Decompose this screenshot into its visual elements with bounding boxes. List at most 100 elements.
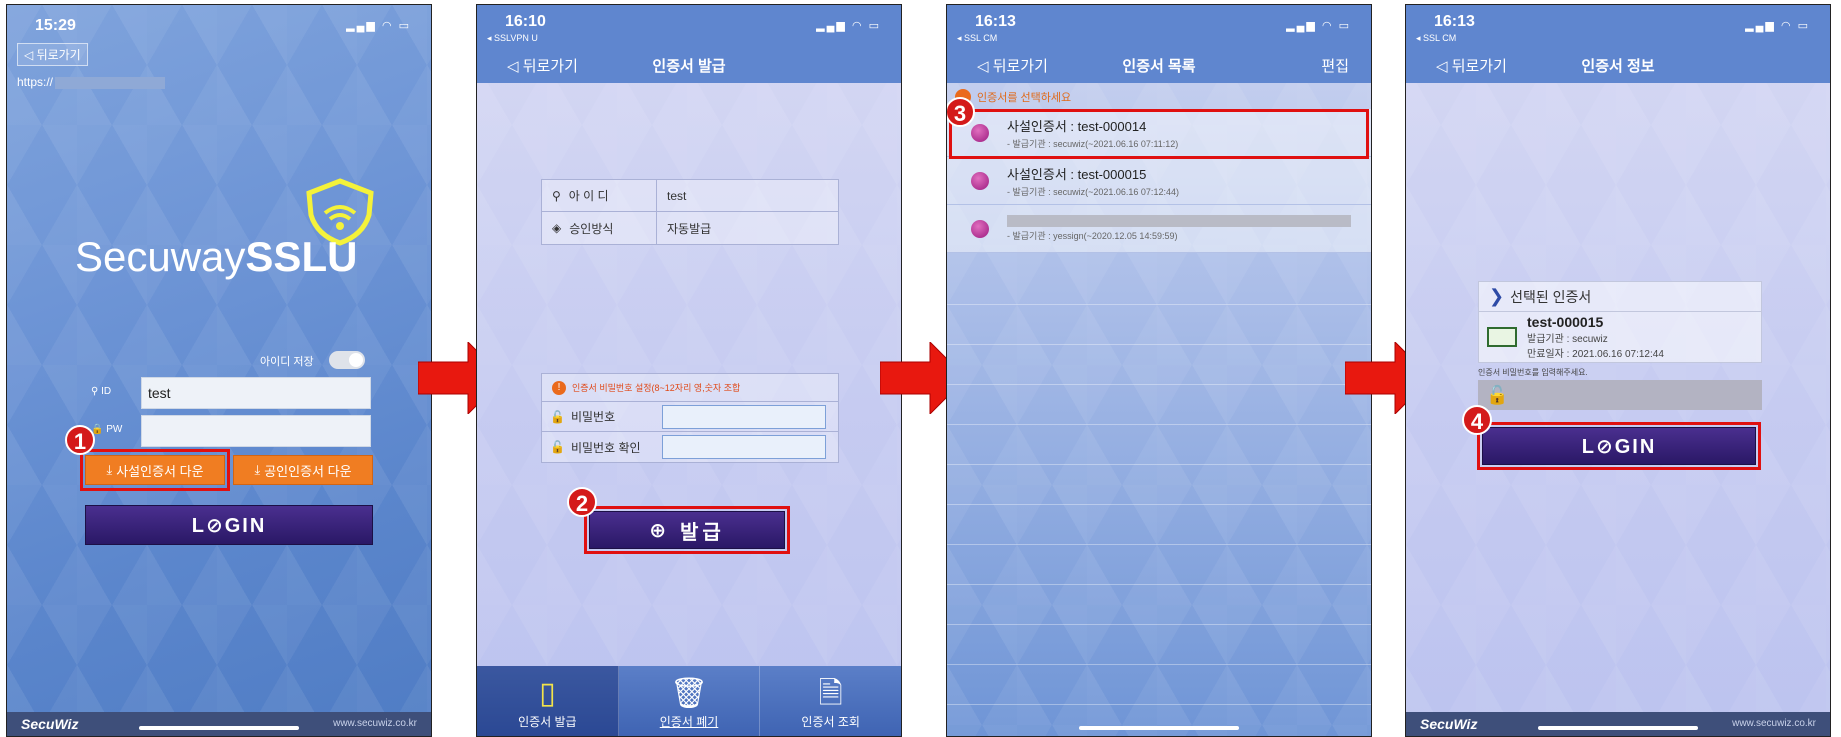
pw-input[interactable] xyxy=(141,415,371,447)
status-time: 16:13 xyxy=(1434,13,1475,30)
list-item[interactable]: - 발급기관 : yessign(~2020.12.05 14:59:59) xyxy=(947,205,1371,253)
selected-cert-box: ❯ 선택된 인증서 test-000015 발급기관 : secuwiz 만료일… xyxy=(1478,281,1762,363)
approval-value: 자동발급 xyxy=(667,221,712,236)
page-title: 인증서 발급 xyxy=(652,58,726,75)
password-row: 🔓 비밀번호 xyxy=(542,402,838,432)
carrier-label: ◂ SSL CM xyxy=(1416,33,1457,43)
login-button[interactable]: L⊘GIN xyxy=(85,505,373,545)
url-line: https:// xyxy=(17,75,166,89)
id-row: ⚲ 아 이 디 test xyxy=(542,180,838,212)
cert-issuer: - 발급기관 : yessign(~2020.12.05 14:59:59) xyxy=(1007,231,1178,241)
brand-url: www.secuwiz.co.kr xyxy=(1732,718,1816,729)
brand-url: www.secuwiz.co.kr xyxy=(333,718,417,729)
signal-wifi-battery-icon: ▂▄▆ ◠ ▭ xyxy=(816,20,881,32)
tab-bar: ▯ 인증서 발급 🗑 인증서 폐기 🗎 인증서 조회 xyxy=(477,666,901,736)
highlight-box-4 xyxy=(1477,422,1761,470)
password-confirm-input[interactable] xyxy=(662,435,826,459)
password-hint: 인증서 비밀번호를 입력해주세요. xyxy=(1478,368,1588,377)
cert-list-screen: 16:13 ◂ SSL CM ▂▄▆ ◠ ▭ ◁ 뒤로가기 인증서 목록 편집 … xyxy=(946,4,1372,737)
nav-bar: ◁ 뒤로가기 인증서 목록 편집 xyxy=(947,45,1371,83)
lock-check-icon: 🔓 xyxy=(550,440,565,454)
password-confirm-row: 🔓 비밀번호 확인 xyxy=(542,432,838,462)
bottom-bar: SecuWiz www.secuwiz.co.kr xyxy=(7,712,431,736)
lock-icon: 🔓 xyxy=(550,409,565,424)
selected-cert-header: ❯ 선택된 인증서 xyxy=(1479,282,1761,312)
signal-wifi-battery-icon: ▂▄▆ ◠ ▭ xyxy=(346,20,411,32)
home-indicator xyxy=(139,726,299,730)
user-info-table: ⚲ 아 이 디 test ◈ 승인방식 자동발급 xyxy=(541,179,839,245)
app-logo: SecuwaySSLU xyxy=(75,233,357,281)
password-box: ! 인증서 비밀번호 설정(8~12자리 영,숫자 조합 🔓 비밀번호 🔓 비밀번호… xyxy=(541,373,839,463)
cert-info-screen: 16:13 ◂ SSL CM ▂▄▆ ◠ ▭ ◁ 뒤로가기 인증서 정보 ❯ 선… xyxy=(1405,4,1831,737)
approval-row: ◈ 승인방식 자동발급 xyxy=(542,212,838,244)
status-bar: 16:13 ◂ SSL CM ▂▄▆ ◠ ▭ xyxy=(947,5,1371,45)
url-prefix: https:// xyxy=(17,75,54,89)
phone-cert-icon: ▯ xyxy=(539,677,556,710)
id-input[interactable]: test xyxy=(141,377,371,409)
nav-bar: ◁ 뒤로가기 인증서 발급 xyxy=(477,45,901,83)
logo-text: Secuway xyxy=(75,233,246,280)
step-badge-4: 4 xyxy=(1462,405,1492,435)
signal-wifi-battery-icon: ▂▄▆ ◠ ▭ xyxy=(1286,20,1351,32)
id-row: ⚲ ID test xyxy=(83,377,373,409)
login-screen: 15:29 ▂▄▆ ◠ ▭ ◁ 뒤로가기 https:// SecuwaySSL… xyxy=(6,4,432,737)
id-value: test xyxy=(667,188,687,203)
edit-button[interactable]: 편집 xyxy=(1321,55,1349,76)
step-badge-1: 1 xyxy=(65,425,95,455)
cert-dot-icon xyxy=(971,171,989,190)
lock-icon: 🔓 xyxy=(1486,385,1509,405)
page-title: 인증서 정보 xyxy=(1581,58,1655,75)
brand-name: SecuWiz xyxy=(1420,716,1478,732)
certificate-icon xyxy=(1487,327,1517,347)
cert-dot-icon xyxy=(971,219,989,238)
cert-expiry: 만료일자 : 2021.06.16 07:12:44 xyxy=(1527,349,1664,360)
carrier-label: ◂ SSL CM xyxy=(957,33,998,43)
home-indicator xyxy=(1079,726,1239,730)
cert-name: 사설인증서 : test-000015 xyxy=(1007,166,1147,182)
save-id-toggle[interactable] xyxy=(329,351,365,369)
nav-bar: ◁ 뒤로가기 인증서 정보 xyxy=(1406,45,1830,83)
status-bar: 16:10 ◂ SSLVPN U ▂▄▆ ◠ ▭ xyxy=(477,5,901,45)
carrier-label: ◂ SSLVPN U xyxy=(487,33,538,43)
url-mask xyxy=(55,76,166,89)
status-bar: 15:29 ▂▄▆ ◠ ▭ xyxy=(7,5,431,39)
public-cert-download-button[interactable]: ⤓ 공인인증서 다운 xyxy=(233,455,373,485)
highlight-box-3 xyxy=(949,109,1369,159)
pw-row: 🔒 PW xyxy=(83,415,373,447)
chevron-right-icon: ❯ xyxy=(1489,286,1505,306)
cert-name: test-000015 xyxy=(1527,314,1604,330)
status-time: 15:29 xyxy=(35,17,76,34)
step-badge-2: 2 xyxy=(567,487,597,517)
status-time: 16:13 xyxy=(975,13,1016,30)
step-badge-3: 3 xyxy=(947,97,975,127)
cert-name-mask xyxy=(1007,215,1351,227)
cert-issuer: - 발급기관 : secuwiz(~2021.06.16 07:12:44) xyxy=(1007,186,1179,197)
signal-wifi-battery-icon: ▂▄▆ ◠ ▭ xyxy=(1745,20,1810,32)
list-item[interactable]: 사설인증서 : test-000015 - 발급기관 : secuwiz(~20… xyxy=(947,157,1371,205)
status-bar: 16:13 ◂ SSL CM ▂▄▆ ◠ ▭ xyxy=(1406,5,1830,45)
user-icon: ⚲ xyxy=(552,188,561,203)
tab-issue[interactable]: ▯ 인증서 발급 xyxy=(477,666,619,736)
tab-revoke[interactable]: 🗑 인증서 폐기 xyxy=(619,666,761,736)
layers-icon: ◈ xyxy=(552,221,562,235)
document-search-icon: 🗎 xyxy=(818,677,843,710)
logo-text-bold: SSLU xyxy=(245,233,358,280)
highlight-box-2 xyxy=(584,506,790,554)
page-title: 인증서 목록 xyxy=(1122,58,1196,75)
password-notice: ! 인증서 비밀번호 설정(8~12자리 영,숫자 조합 xyxy=(542,374,838,402)
highlight-box-1 xyxy=(80,449,230,491)
password-input[interactable] xyxy=(662,404,826,429)
lock-icon: 🔒 PW xyxy=(91,424,123,435)
tab-lookup[interactable]: 🗎 인증서 조회 xyxy=(760,666,901,736)
bottom-bar: SecuWiz www.secuwiz.co.kr xyxy=(1406,712,1830,736)
brand-name: SecuWiz xyxy=(21,716,79,732)
back-button[interactable]: ◁ 뒤로가기 xyxy=(17,43,88,66)
download-icon: ⤓ xyxy=(254,462,261,477)
cert-password-input[interactable] xyxy=(1478,380,1762,410)
alert-icon: ! xyxy=(552,380,566,395)
selected-cert-item[interactable]: test-000015 발급기관 : secuwiz 만료일자 : 2021.0… xyxy=(1479,312,1761,362)
issue-screen: 16:10 ◂ SSLVPN U ▂▄▆ ◠ ▭ ◁ 뒤로가기 인증서 발급 ⚲… xyxy=(476,4,902,737)
trash-icon: 🗑 xyxy=(669,677,709,710)
background-lines xyxy=(947,265,1371,712)
id-key: 아 이 디 xyxy=(568,189,609,203)
